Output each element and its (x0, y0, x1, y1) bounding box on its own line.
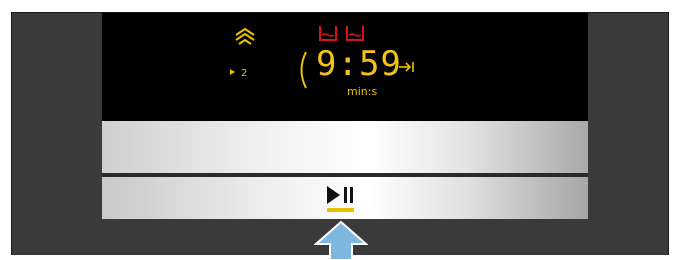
water-tank-icon (319, 26, 337, 41)
pointer-arrow-icon (314, 220, 368, 260)
start-stop-icon[interactable] (325, 184, 355, 206)
level-value: 2 (241, 68, 249, 79)
level-arrow-icon (230, 69, 235, 75)
timer-bracket-left (300, 51, 307, 89)
start-stop-indicator (327, 208, 354, 212)
timer-unit: min:s (347, 85, 378, 98)
end-time-icon (394, 60, 414, 74)
drip-tray-icon (346, 26, 364, 41)
steam-icon (235, 27, 255, 45)
level-indicator: 2 (230, 68, 248, 79)
control-panel-upper (102, 121, 588, 173)
timer-value: 9:59 (316, 44, 402, 84)
